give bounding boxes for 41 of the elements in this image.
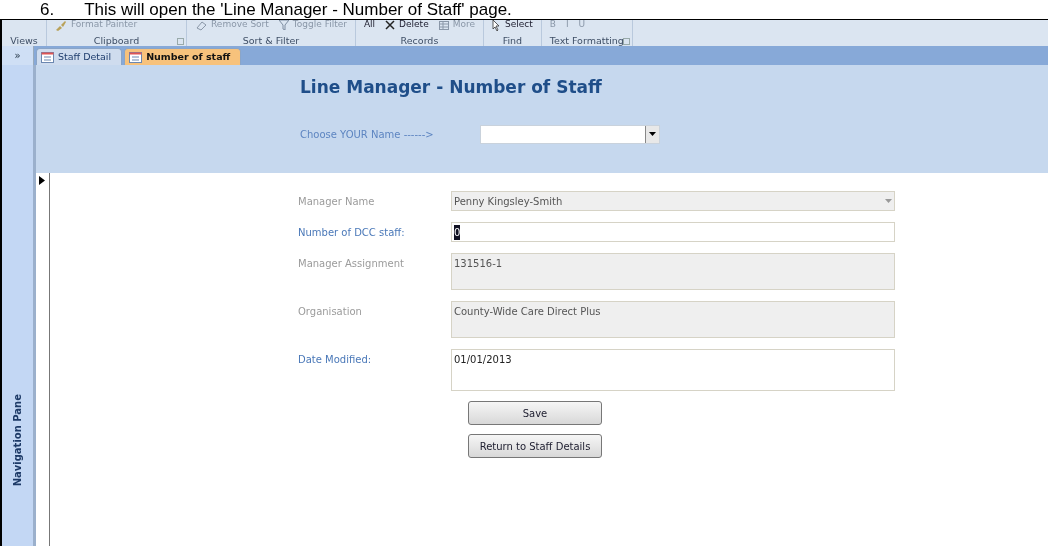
caption-text: This will open the 'Line Manager - Number of Staff' page.: [84, 0, 512, 19]
form-button[interactable]: Save: [468, 401, 602, 425]
ribbon-group-label: Views: [10, 35, 38, 46]
navigation-pane[interactable]: Navigation Pane: [0, 65, 36, 546]
field-label: Number of DCC staff:: [298, 226, 406, 240]
ribbon-group-label: Clipboard: [92, 35, 141, 46]
field-label: Date Modified:: [298, 353, 373, 367]
record-selector[interactable]: [36, 173, 50, 546]
ribbon-group-label: Find: [501, 35, 524, 46]
dialog-launcher-icon[interactable]: [622, 38, 630, 45]
grid-icon: [438, 20, 449, 30]
form-button[interactable]: Return to Staff Details: [468, 434, 602, 458]
field-label: Manager Assignment: [298, 257, 405, 271]
step-number: 6.: [40, 0, 55, 19]
input-field[interactable]: 131516-1: [451, 253, 895, 290]
input-field[interactable]: 01/01/2013: [451, 349, 895, 391]
chooser-label: Choose YOUR Name ------>: [300, 127, 435, 142]
input-field[interactable]: County-Wide Care Direct Plus: [451, 301, 895, 338]
combo-field[interactable]: Penny Kingsley-Smith: [451, 191, 895, 211]
eraser-icon: [195, 19, 207, 31]
ribbon-group-label: Text Formatting: [549, 35, 624, 46]
ribbon-group-label: Sort & Filter: [241, 35, 301, 46]
brush-icon: [55, 19, 67, 31]
form-title: Line Manager - Number of Staff: [300, 76, 603, 99]
ribbon-item[interactable]: Delete: [399, 18, 429, 32]
close-icon: [385, 20, 396, 30]
input-field[interactable]: 0: [451, 222, 895, 242]
field-label: Organisation: [298, 305, 363, 319]
pointer-icon: [492, 19, 501, 31]
form-icon: [129, 51, 143, 63]
navigation-pane-label: Navigation Pane: [11, 393, 24, 486]
filter-icon: [278, 20, 289, 30]
ribbon-item[interactable]: All: [363, 18, 376, 32]
ribbon-item[interactable]: Select: [505, 18, 533, 32]
field-label: Manager Name: [298, 195, 376, 209]
document-tab[interactable]: Staff Detail: [36, 48, 123, 65]
expand-pane-button[interactable]: »: [2, 46, 34, 65]
ribbon-group-label: Records: [399, 35, 440, 46]
form-icon: [41, 51, 54, 63]
document-tab[interactable]: Number of staff: [124, 48, 242, 65]
current-record-icon: [39, 176, 45, 185]
